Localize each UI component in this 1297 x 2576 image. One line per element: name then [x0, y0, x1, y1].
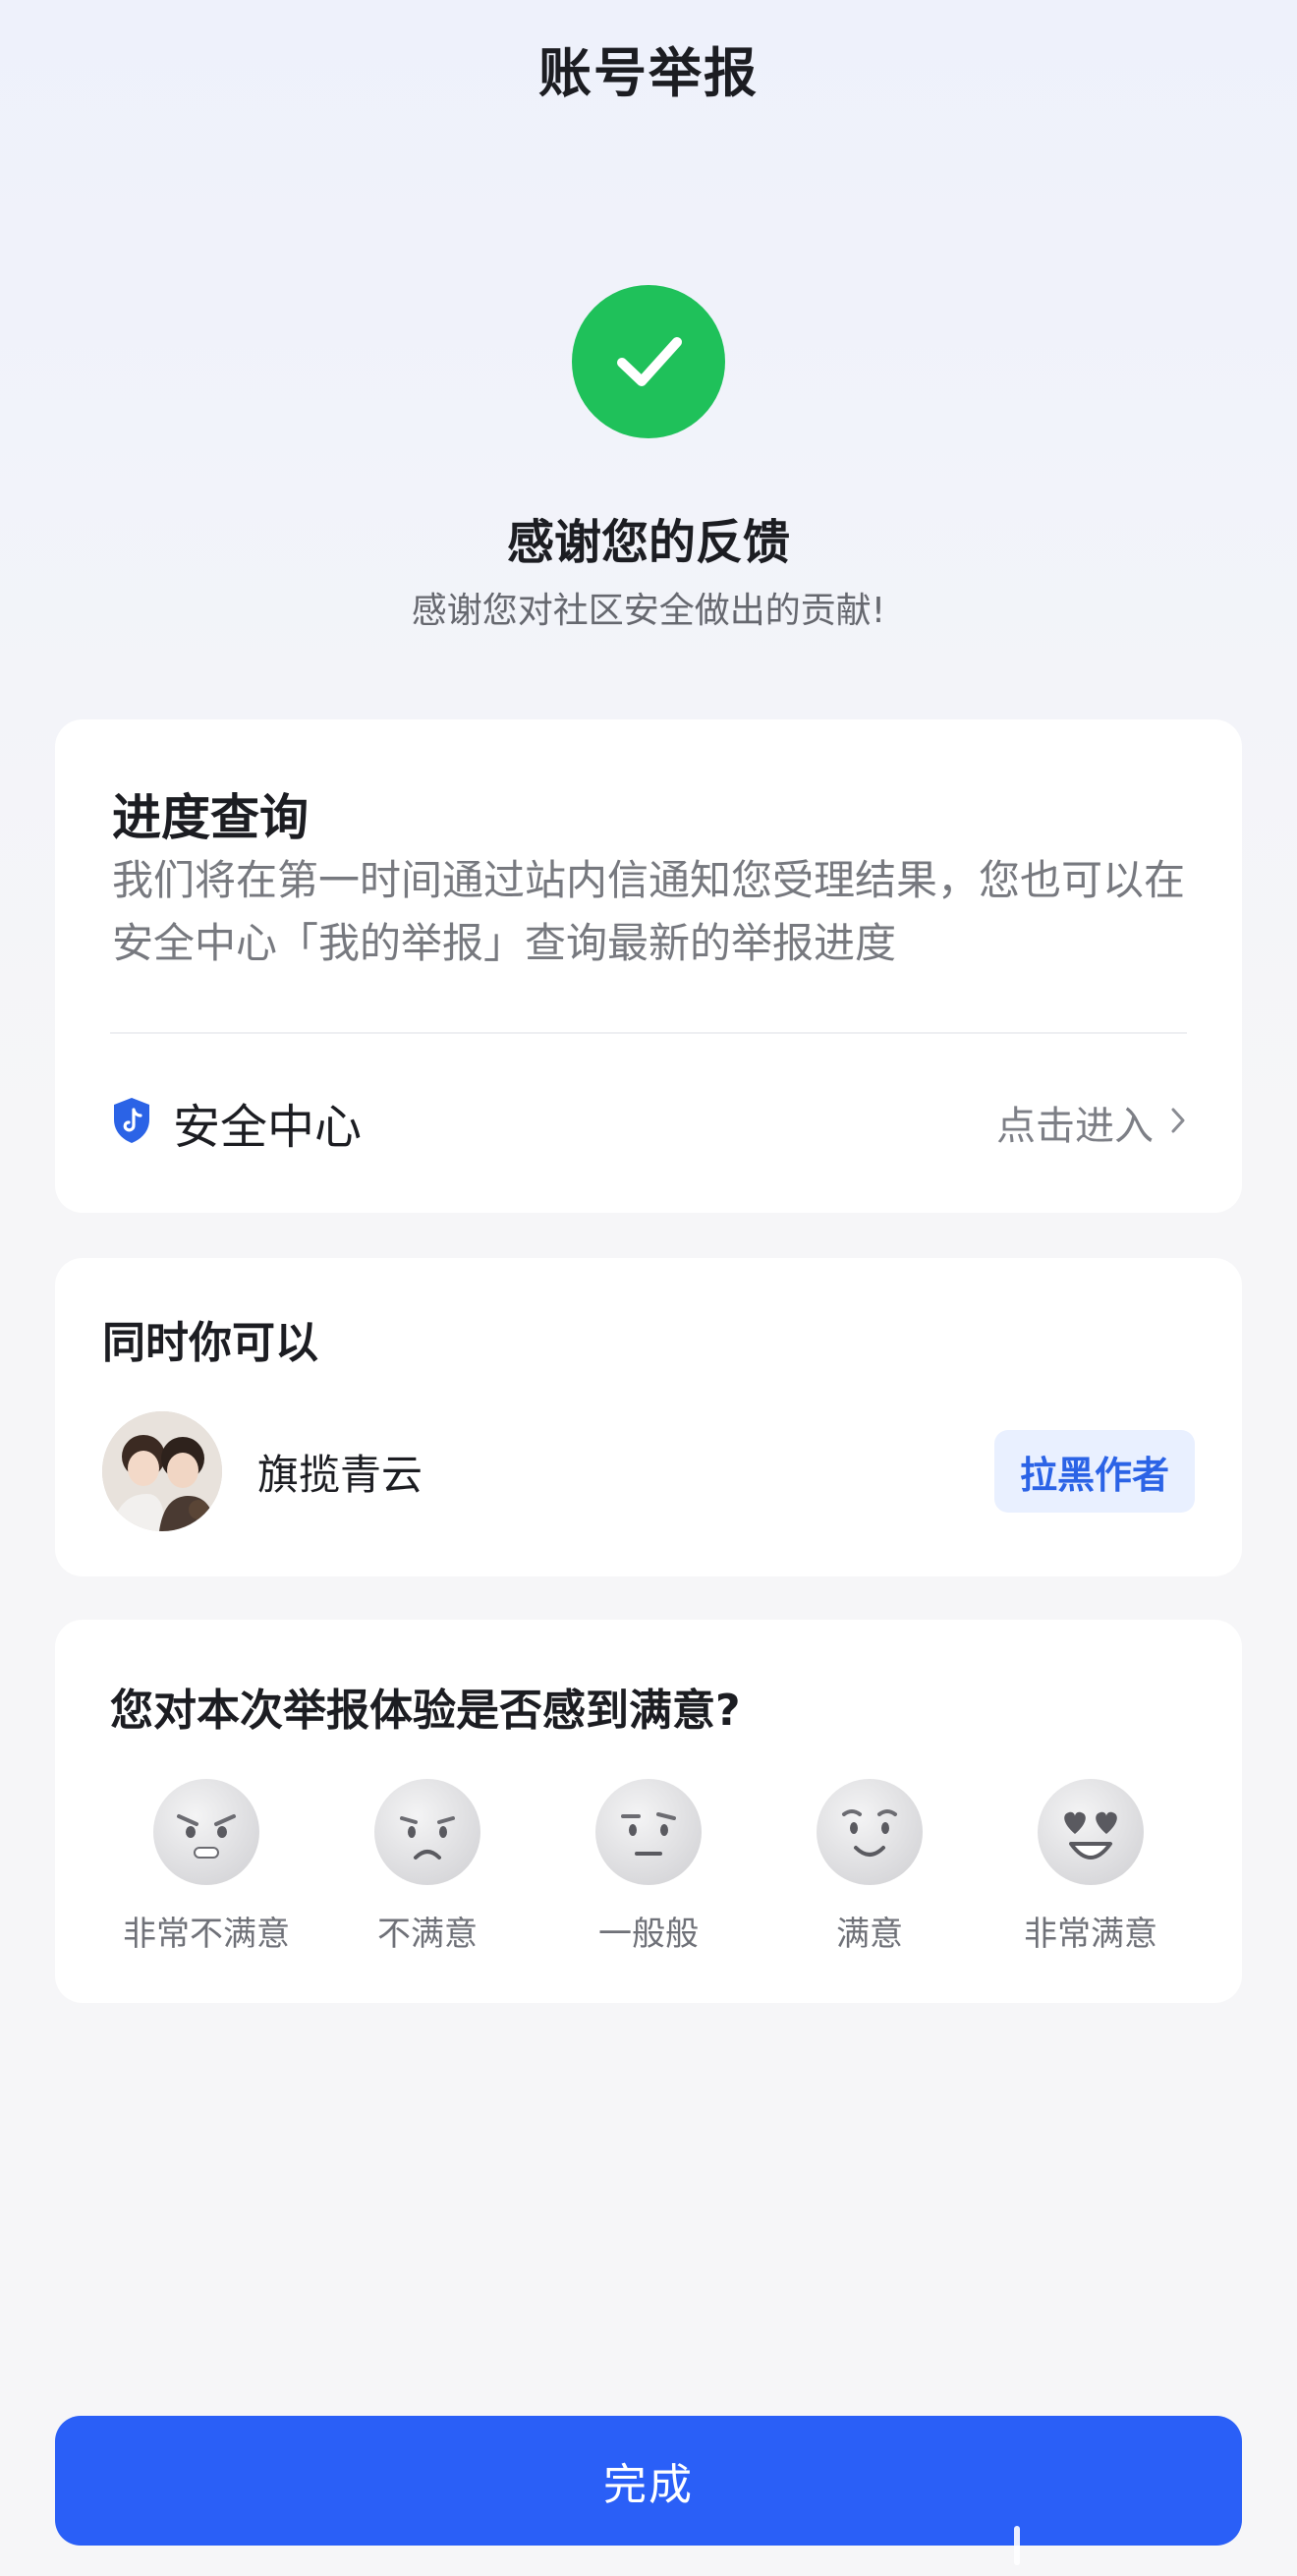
security-center-row[interactable]: 安全中心 点击进入 [110, 1073, 1187, 1172]
rating-very-unsatisfied[interactable]: 非常不满意 [110, 1777, 303, 1955]
thanks-title: 感谢您的反馈 [506, 515, 790, 570]
rating-satisfied[interactable]: 满意 [773, 1777, 966, 1955]
avatar[interactable] [102, 1411, 222, 1531]
progress-card: 进度查询 我们将在第一时间通过站内信通知您受理结果，您也可以在安全中心「我的举报… [55, 719, 1242, 1213]
enter-label: 点击进入 [996, 1104, 1154, 1149]
shield-icon [110, 1096, 153, 1149]
success-check-icon [572, 285, 725, 438]
page-title: 账号举报 [538, 42, 759, 104]
survey-card: 您对本次举报体验是否感到满意? 非常不满意 不满意 一般般 满意 非常满意 [55, 1620, 1242, 2003]
emoji-satisfied-icon [817, 1779, 923, 1885]
enter-link[interactable]: 点击进入 [996, 1094, 1187, 1151]
progress-description: 我们将在第一时间通过站内信通知您受理结果，您也可以在安全中心「我的举报」查询最新… [112, 856, 1186, 967]
author-name: 旗揽青云 [257, 1450, 423, 1499]
rating-label: 非常满意 [1024, 1915, 1157, 1954]
divider [110, 1032, 1187, 1034]
rating-label: 一般般 [598, 1915, 699, 1954]
rating-label: 不满意 [377, 1915, 478, 1954]
rating-options: 非常不满意 不满意 一般般 满意 非常满意 [110, 1777, 1187, 1955]
survey-title: 您对本次举报体验是否感到满意? [110, 1686, 741, 1736]
home-indicator [1014, 2526, 1020, 2565]
emoji-unsatisfied-icon [374, 1779, 480, 1885]
done-button[interactable]: 完成 [55, 2416, 1242, 2546]
emoji-very-satisfied-icon [1038, 1779, 1144, 1885]
rating-neutral[interactable]: 一般般 [552, 1777, 745, 1955]
chevron-right-icon [1169, 1100, 1187, 1145]
emoji-neutral-icon [595, 1779, 702, 1885]
security-center-label: 安全中心 [173, 1100, 363, 1155]
thanks-subtitle: 感谢您对社区安全做出的贡献! [411, 591, 886, 631]
emoji-very-unsatisfied-icon [153, 1779, 259, 1885]
rating-very-satisfied[interactable]: 非常满意 [994, 1777, 1187, 1955]
also-title: 同时你可以 [102, 1318, 318, 1368]
rating-label: 非常不满意 [123, 1915, 290, 1954]
progress-title: 进度查询 [112, 789, 309, 846]
rating-label: 满意 [836, 1915, 903, 1954]
author-row: 旗揽青云 拉黑作者 [102, 1410, 1195, 1532]
block-author-button[interactable]: 拉黑作者 [994, 1430, 1195, 1513]
also-card: 同时你可以 旗揽青云 拉黑作者 [55, 1258, 1242, 1576]
rating-unsatisfied[interactable]: 不满意 [331, 1777, 524, 1955]
